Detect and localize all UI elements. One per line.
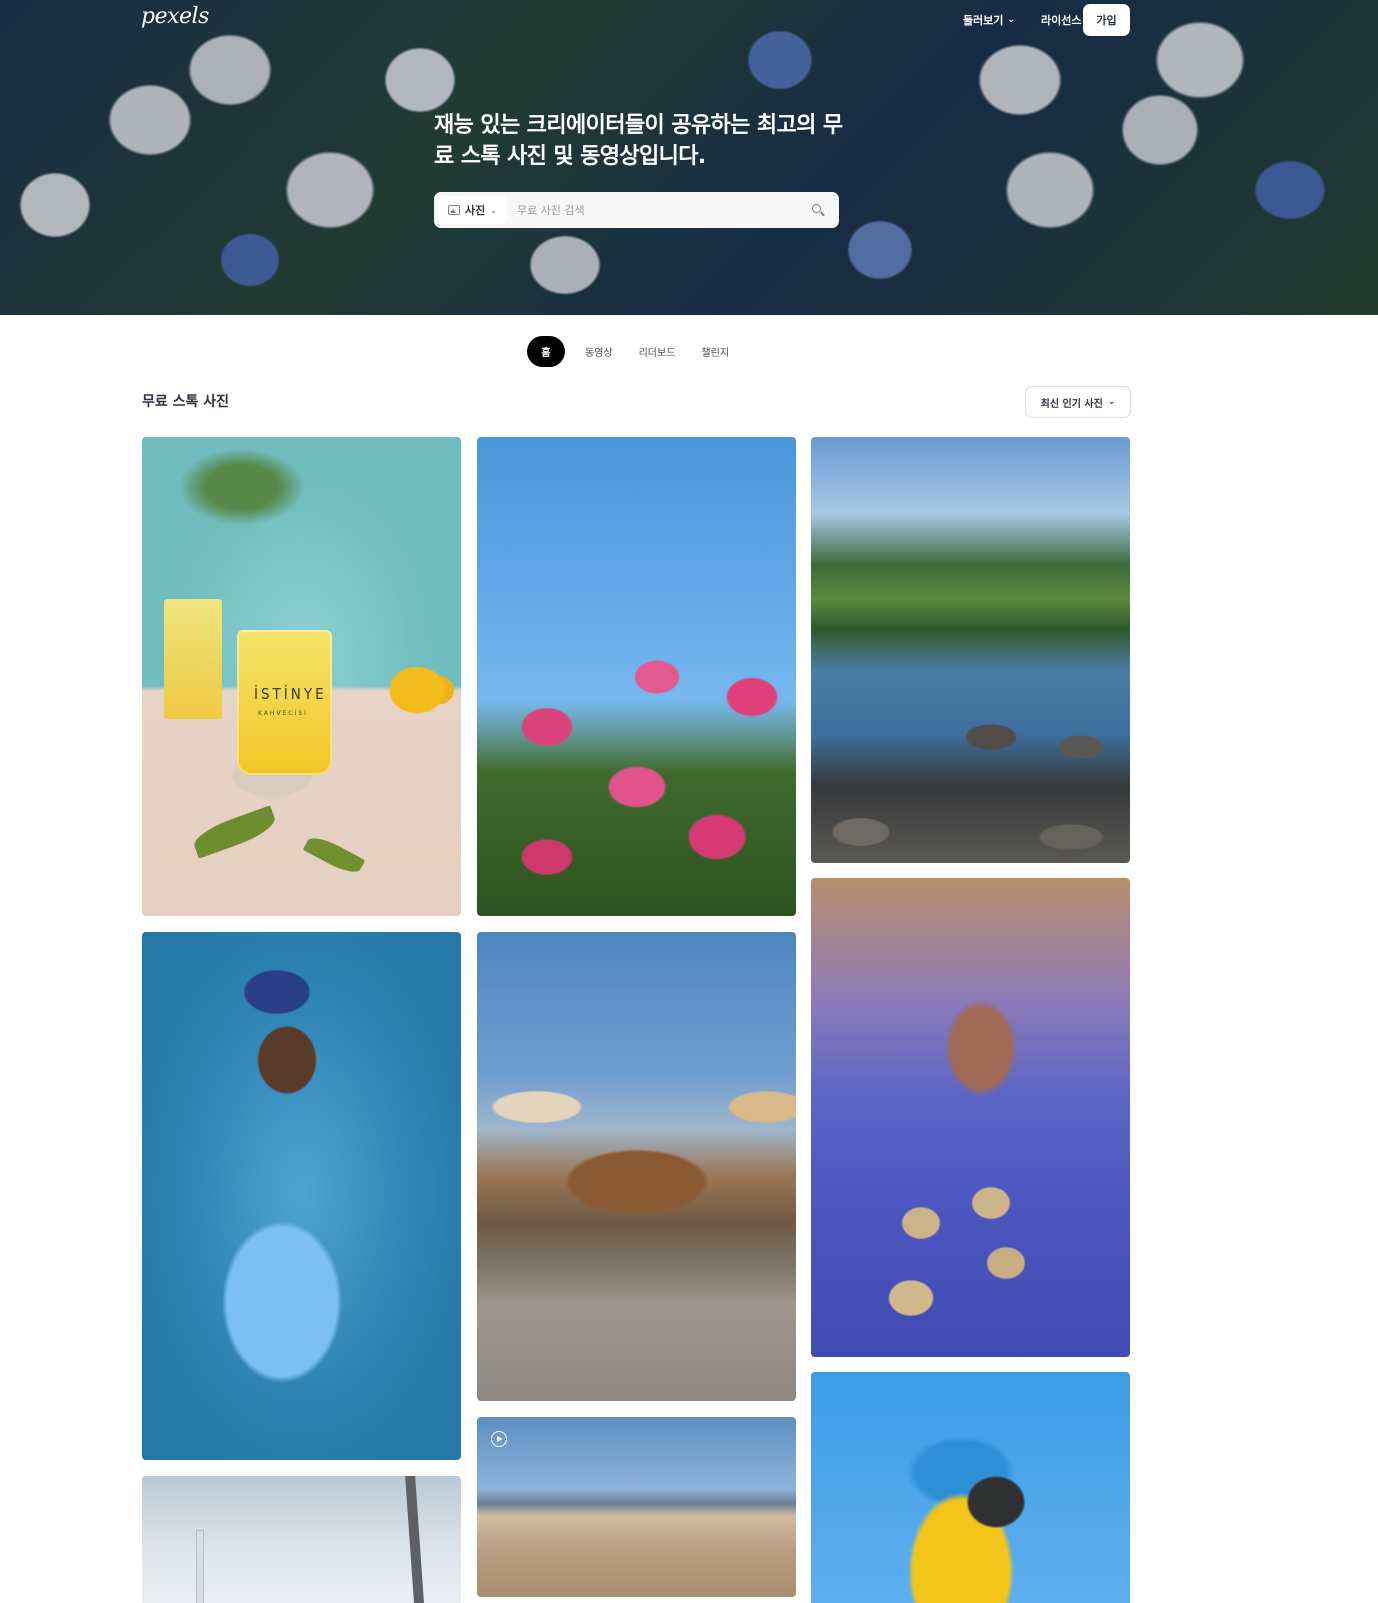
tab-leaderboard[interactable]: 리더보드 — [627, 336, 688, 367]
photo-lemonade[interactable]: İSTİNYE KAHVECİSİ — [142, 437, 461, 916]
chevron-down-icon: ⌄ — [490, 205, 497, 215]
cup-sub-text: KAHVECİSİ — [258, 710, 308, 717]
photo-beach-cafe[interactable] — [477, 932, 796, 1401]
hero-title: 재능 있는 크리에이터들이 공유하는 최고의 무료 스톡 사진 및 동영상입니다… — [434, 113, 843, 169]
tab-challenges[interactable]: 챌린지 — [689, 336, 741, 367]
juice-glass — [164, 599, 222, 719]
photo-tower[interactable] — [142, 1476, 461, 1603]
tab-home[interactable]: 홈 — [527, 336, 565, 367]
photo-mountain-lake[interactable] — [811, 437, 1130, 863]
tab-videos[interactable]: 동영상 — [573, 336, 625, 367]
photo-oleander[interactable] — [477, 437, 796, 916]
search-type-label: 사진 — [465, 204, 486, 217]
join-button[interactable]: 가입 — [1083, 4, 1130, 36]
photo-blue-stairs[interactable] — [811, 878, 1130, 1357]
image-icon — [448, 205, 460, 215]
search-type-dropdown[interactable]: 사진 ⌄ — [438, 196, 507, 224]
photo-macaw[interactable] — [811, 1372, 1130, 1603]
play-icon — [491, 1431, 507, 1447]
pole — [405, 1476, 425, 1603]
sort-label: 최신 인기 사진 — [1040, 398, 1103, 410]
content-tabs: 홈 동영상 리더보드 챌린지 — [527, 336, 743, 367]
tower-spire — [197, 1531, 203, 1603]
branch-decoration — [152, 437, 352, 567]
photo-portrait[interactable] — [142, 932, 461, 1460]
search-icon[interactable] — [809, 201, 827, 219]
hero-banner: pexels 둘러보기 ⌄ 라이선스 ··· 가입 재능 있는 크리에이터들이 … — [0, 0, 1378, 315]
sort-dropdown[interactable]: 최신 인기 사진 ⌄ — [1025, 386, 1131, 418]
nav-license-label: 라이선스 — [1040, 14, 1082, 27]
cup-brand-text: İSTİNYE — [254, 685, 327, 703]
chevron-down-icon: ⌄ — [1107, 397, 1116, 407]
nav-explore[interactable]: 둘러보기 ⌄ — [963, 12, 1015, 28]
section-title: 무료 스톡 사진 — [142, 394, 230, 410]
search-bar: 사진 ⌄ — [434, 192, 839, 228]
video-beach[interactable] — [477, 1417, 796, 1597]
nav-license[interactable]: 라이선스 — [1041, 12, 1081, 28]
leaf — [302, 832, 366, 878]
nav-explore-label: 둘러보기 — [962, 14, 1004, 27]
pexels-logo[interactable]: pexels — [141, 4, 209, 29]
chevron-down-icon: ⌄ — [1007, 15, 1015, 25]
leaf — [190, 805, 279, 859]
search-input[interactable] — [516, 196, 809, 224]
